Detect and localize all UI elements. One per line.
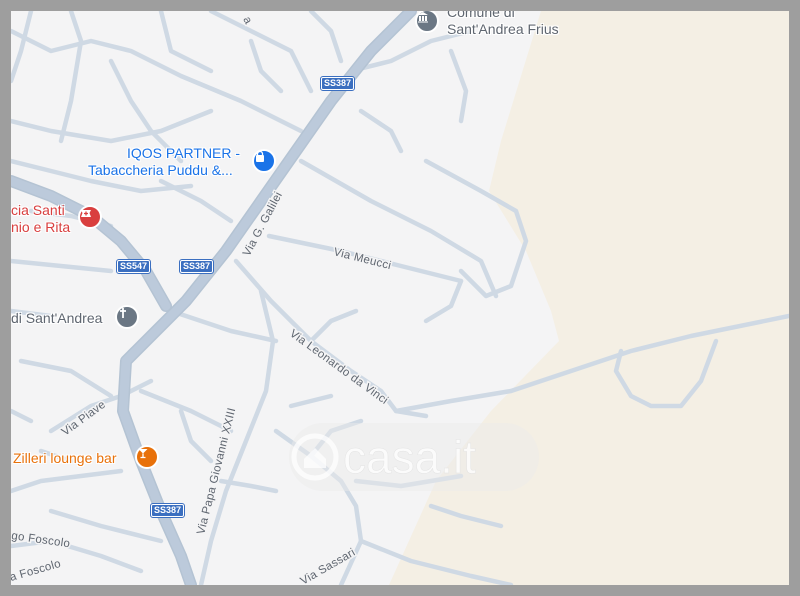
cocktail-icon[interactable] — [135, 445, 159, 469]
map-canvas[interactable]: Via G. Galilei Via Meucci Via Leonardo d… — [11, 11, 789, 585]
poi-label-church[interactable]: di Sant'Andrea — [11, 310, 102, 327]
poi-label-bar[interactable]: Zilleri lounge bar — [13, 450, 117, 467]
pharmacy-icon[interactable] — [78, 205, 102, 229]
poi-label-iqos[interactable]: IQOS PARTNER - — [127, 145, 240, 162]
route-shield-ss387: SS387 — [178, 259, 215, 274]
street-label-foscolo-1: go Foscolo — [11, 530, 71, 550]
poi-label-pharmacy-line2[interactable]: nio e Rita — [11, 219, 70, 236]
poi-label-comune-line2[interactable]: Sant'Andrea Frius — [447, 21, 559, 38]
poi-label-pharmacy[interactable]: cia Santi — [11, 202, 65, 219]
street-label-foscolo-2: a Foscolo — [11, 558, 62, 584]
watermark: casa.it — [289, 419, 539, 499]
map-frame: Via G. Galilei Via Meucci Via Leonardo d… — [0, 0, 800, 596]
church-icon[interactable] — [115, 305, 139, 329]
poi-label-iqos-line2[interactable]: Tabaccheria Puddu &... — [88, 162, 233, 179]
street-label-leonardo: Via Leonardo da Vinci — [287, 328, 390, 407]
poi-label-comune[interactable]: Comune di — [447, 11, 515, 21]
route-shield-ss387: SS387 — [319, 76, 356, 91]
street-label-meucci: Via Meucci — [332, 246, 392, 272]
route-shield-ss387: SS387 — [149, 503, 186, 518]
watermark-text: casa.it — [343, 431, 476, 483]
shopping-bag-icon[interactable] — [252, 149, 276, 173]
route-shield-ss547: SS547 — [115, 259, 152, 274]
